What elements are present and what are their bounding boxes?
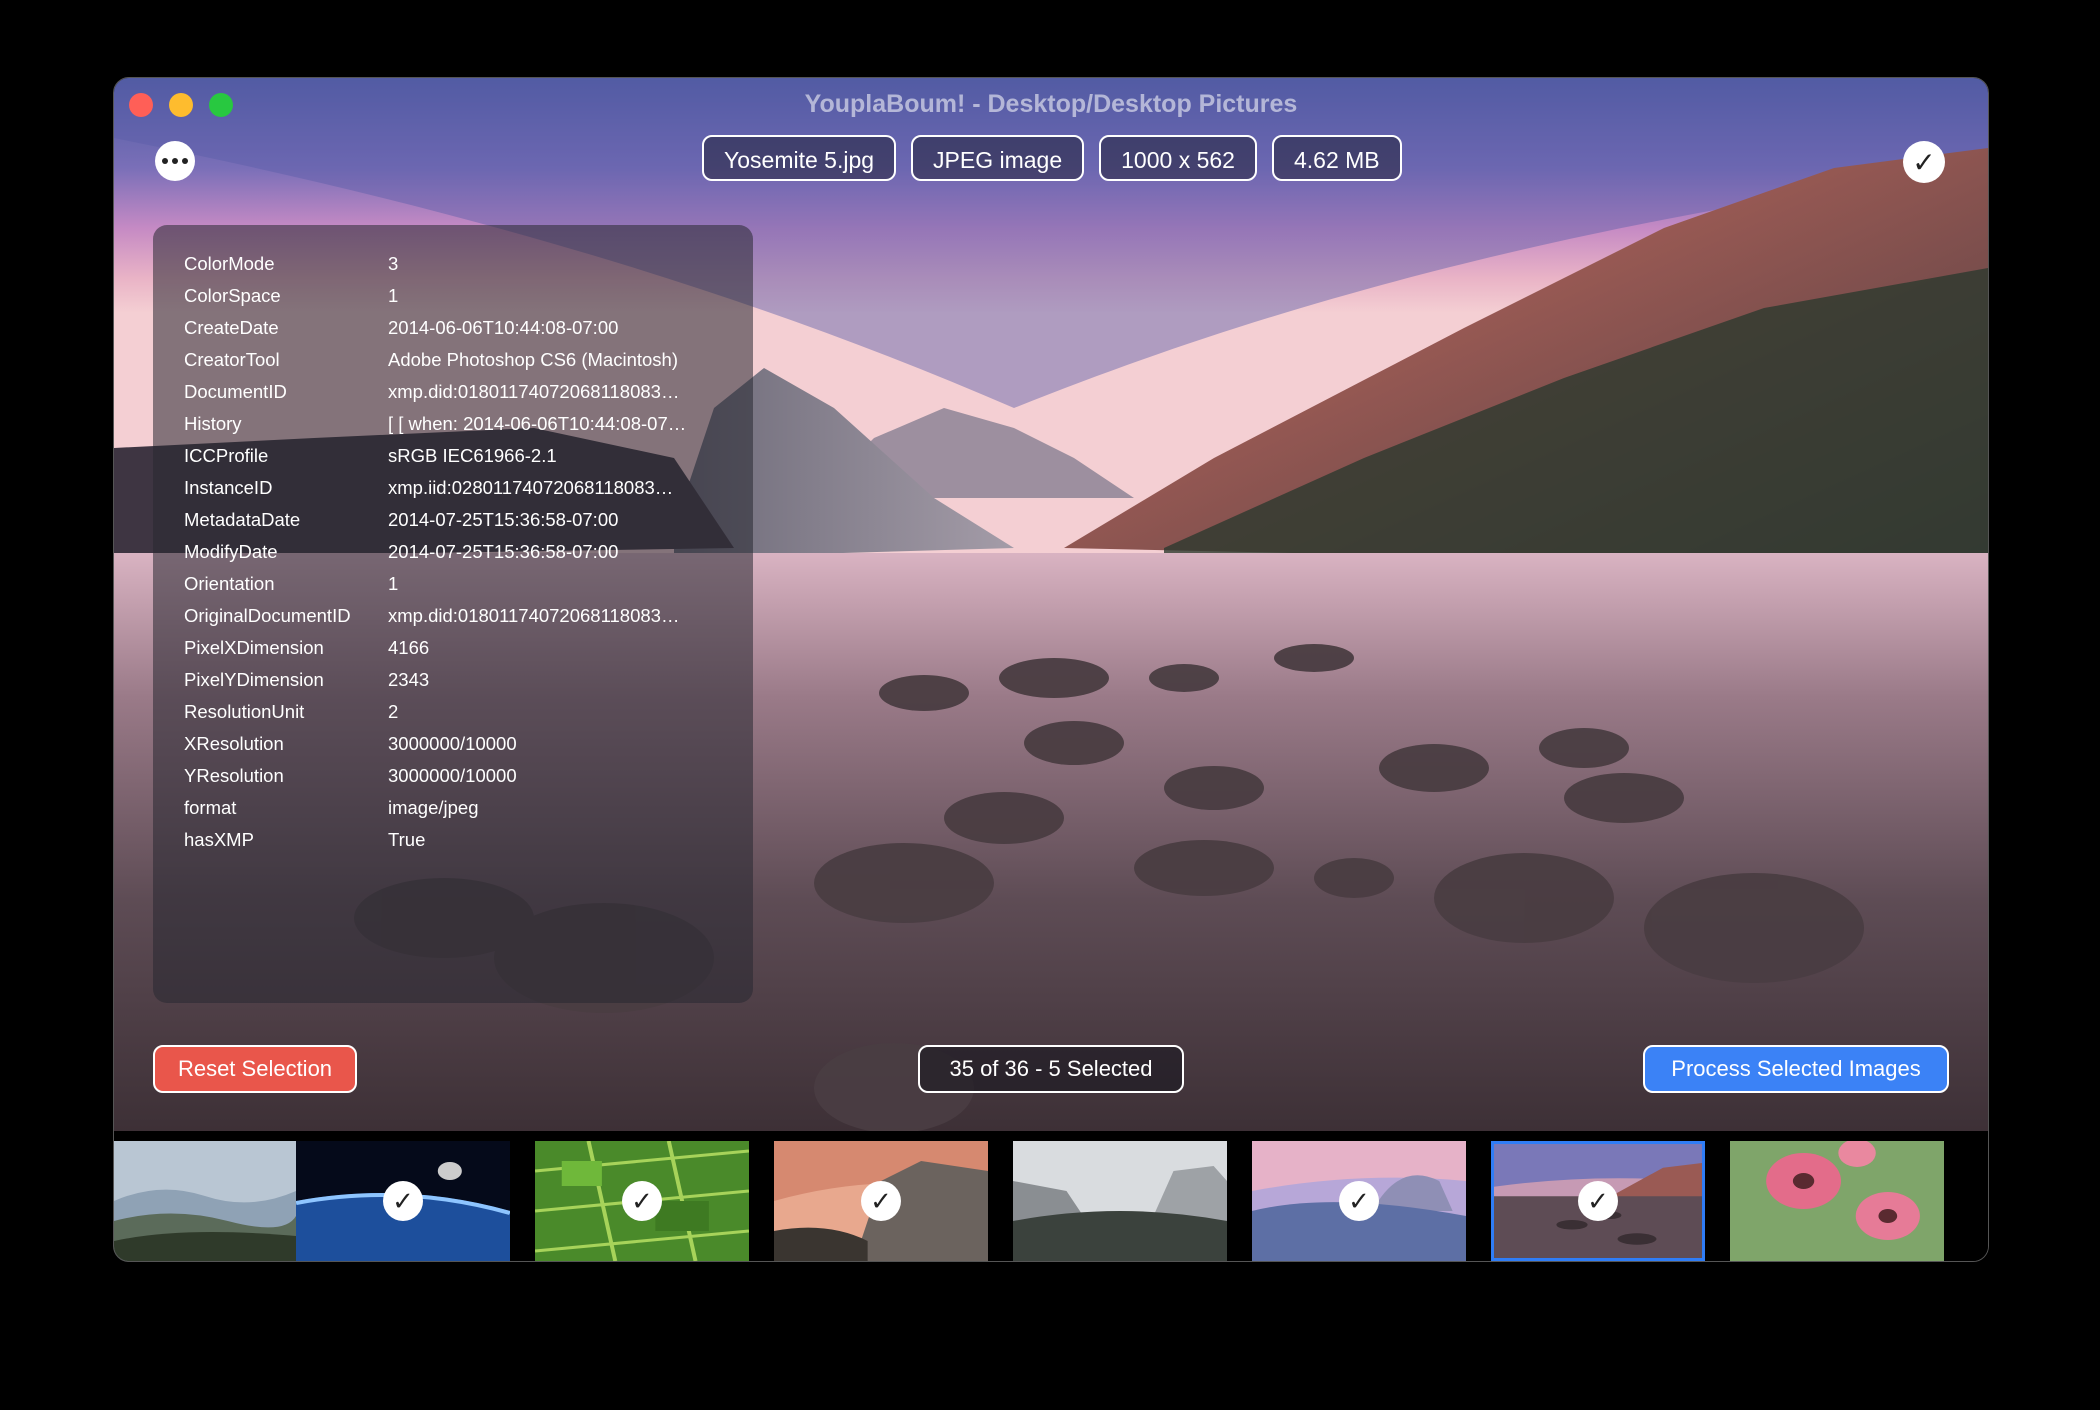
thumbnail-pink-poppies[interactable]	[1730, 1141, 1944, 1261]
metadata-value: 3000000/10000	[388, 733, 517, 754]
checkmark-icon: ✓	[1578, 1181, 1618, 1221]
metadata-row: ColorMode 3	[184, 248, 753, 280]
metadata-key: PixelXDimension	[184, 637, 324, 658]
metadata-key: ModifyDate	[184, 541, 278, 562]
metadata-key: CreateDate	[184, 317, 279, 338]
metadata-key: CreatorTool	[184, 349, 280, 370]
metadata-key: Orientation	[184, 573, 275, 594]
metadata-row: PixelXDimension 4166	[184, 632, 753, 664]
thumbnail-misty-hills[interactable]	[114, 1141, 296, 1261]
metadata-key: DocumentID	[184, 381, 287, 402]
metadata-key: PixelYDimension	[184, 669, 324, 690]
thumbnail-el-capitan-sunset[interactable]: ✓	[774, 1141, 988, 1261]
metadata-value: 2343	[388, 669, 430, 690]
window-title: YouplaBoum! - Desktop/Desktop Pictures	[804, 90, 1298, 118]
metadata-value: 3000000/10000	[388, 765, 517, 786]
metadata-row: ModifyDate 2014-07-25T15:36:58-07:00	[184, 536, 753, 568]
checkmark-icon: ✓	[622, 1181, 662, 1221]
thumbnail-yosemite-valley-bw[interactable]	[1013, 1141, 1227, 1261]
checkmark-icon: ✓	[1912, 146, 1936, 178]
metadata-row: ResolutionUnit 2	[184, 696, 753, 728]
metadata-row: InstanceID xmp.iid:02801174072068118083…	[184, 472, 753, 504]
metadata-value: 2014-07-25T15:36:58-07:00	[388, 509, 619, 530]
select-image-toggle[interactable]: ✓	[1903, 141, 1945, 183]
metadata-row: ColorSpace 1	[184, 280, 753, 312]
more-options-button[interactable]	[155, 141, 195, 181]
metadata-value: xmp.did:01801174072068118083…	[388, 605, 680, 626]
metadata-value: xmp.did:01801174072068118083…	[388, 381, 680, 402]
metadata-value: 2	[388, 701, 399, 722]
metadata-value: xmp.iid:02801174072068118083…	[388, 477, 674, 498]
reset-selection-button[interactable]: Reset Selection	[153, 1045, 357, 1093]
metadata-key: MetadataDate	[184, 509, 301, 530]
metadata-key: ResolutionUnit	[184, 701, 305, 722]
metadata-panel: ColorMode 3 ColorSpace 1 CreateDate 2014-06-0…	[153, 225, 753, 1003]
metadata-value: 4166	[388, 637, 430, 658]
metadata-value: True	[388, 829, 426, 850]
metadata-row: PixelYDimension 2343	[184, 664, 753, 696]
metadata-key: XResolution	[184, 733, 284, 754]
thumbnail-half-dome-dusk[interactable]: ✓	[1252, 1141, 1466, 1261]
file-type-pill: JPEG image	[911, 135, 1085, 181]
metadata-row: OriginalDocumentID xmp.did:01801174072068…	[184, 600, 753, 632]
checkmark-icon: ✓	[1339, 1181, 1379, 1221]
thumbnail-lake-rocks[interactable]: ✓	[1491, 1141, 1705, 1261]
metadata-value: 1	[388, 573, 399, 594]
selection-count: 35 of 36 - 5 Selected	[918, 1045, 1184, 1093]
metadata-key: hasXMP	[184, 829, 254, 850]
metadata-key: History	[184, 413, 242, 434]
file-size-pill: 4.62 MB	[1271, 135, 1402, 181]
checkmark-icon: ✓	[383, 1181, 423, 1221]
metadata-value: 3	[388, 253, 399, 274]
metadata-row: Orientation 1	[184, 568, 753, 600]
dimensions-pill: 1000 x 562	[1099, 135, 1257, 181]
thumbnail-earth-space[interactable]: ✓	[296, 1141, 510, 1261]
metadata-key: InstanceID	[184, 477, 273, 498]
metadata-value: image/jpeg	[388, 797, 479, 818]
metadata-value: Adobe Photoshop CS6 (Macintosh)	[388, 349, 679, 370]
metadata-key: ICCProfile	[184, 445, 269, 466]
thumbnail-green-fields[interactable]: ✓	[535, 1141, 749, 1261]
ellipsis-icon	[162, 158, 168, 164]
metadata-row: DocumentID xmp.did:01801174072068118083…	[184, 376, 753, 408]
metadata-row: History [ [ when: 2014-06-06T10:44:08-07…	[184, 408, 753, 440]
metadata-value: sRGB IEC61966-2.1	[388, 445, 557, 466]
metadata-row: YResolution 3000000/10000	[184, 760, 753, 792]
metadata-value: 2014-07-25T15:36:58-07:00	[388, 541, 619, 562]
metadata-row: hasXMP True	[184, 824, 753, 856]
process-selected-button[interactable]: Process Selected Images	[1643, 1045, 1949, 1093]
metadata-key: ColorMode	[184, 253, 275, 274]
metadata-key: OriginalDocumentID	[184, 605, 351, 626]
metadata-row: CreatorTool Adobe Photoshop CS6 (Macintos…	[184, 344, 753, 376]
checkmark-icon: ✓	[861, 1181, 901, 1221]
app-window: YouplaBoum! - Desktop/Desktop Pictures Y…	[113, 77, 1989, 1262]
metadata-value: [ [ when: 2014-06-06T10:44:08-07…	[388, 413, 687, 434]
file-name-pill: Yosemite 5.jpg	[702, 135, 897, 181]
file-info-bar: Yosemite 5.jpg JPEG image 1000 x 562 4.6…	[702, 135, 1402, 181]
metadata-row: XResolution 3000000/10000	[184, 728, 753, 760]
metadata-row: format image/jpeg	[184, 792, 753, 824]
metadata-row: MetadataDate 2014-07-25T15:36:58-07:00	[184, 504, 753, 536]
metadata-key: ColorSpace	[184, 285, 281, 306]
metadata-row: ICCProfile sRGB IEC61966-2.1	[184, 440, 753, 472]
metadata-row: CreateDate 2014-06-06T10:44:08-07:00	[184, 312, 753, 344]
metadata-value: 2014-06-06T10:44:08-07:00	[388, 317, 619, 338]
thumbnail-strip: ✓ ✓ ✓ ✓ ✓	[114, 1131, 1988, 1261]
metadata-value: 1	[388, 285, 399, 306]
metadata-key: format	[184, 797, 237, 818]
metadata-key: YResolution	[184, 765, 284, 786]
